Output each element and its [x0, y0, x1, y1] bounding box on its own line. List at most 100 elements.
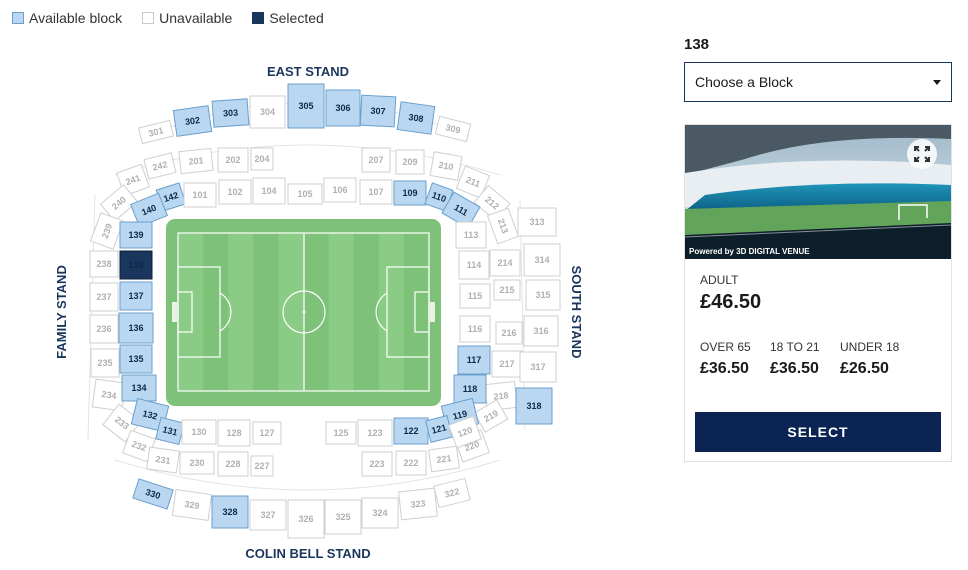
block-227: 227 [250, 455, 274, 477]
block-209-label: 209 [402, 157, 417, 167]
legend-unavailable: Unavailable [142, 10, 232, 26]
block-314: 314 [523, 243, 561, 277]
block-234-label: 234 [101, 389, 117, 401]
block-214-label: 214 [497, 258, 512, 268]
block-128: 128 [217, 419, 251, 447]
block-202-label: 202 [225, 155, 240, 165]
price-18-to-21: 18 TO 21 £36.50 [770, 340, 840, 378]
block-313: 313 [517, 207, 557, 237]
select-button[interactable]: SELECT [695, 412, 941, 452]
pitch [166, 219, 441, 406]
block-328[interactable]: 328 [211, 495, 249, 529]
chevron-down-icon [933, 79, 941, 85]
block-137[interactable]: 137 [119, 281, 153, 311]
block-109-label: 109 [402, 188, 417, 198]
block-115: 115 [459, 283, 491, 309]
block-217: 217 [491, 350, 523, 378]
block-305[interactable]: 305 [287, 83, 325, 129]
block-139[interactable]: 139 [119, 221, 153, 249]
view-from-seat-image[interactable]: Powered by 3D DIGITAL VENUE [685, 125, 951, 259]
block-135-label: 135 [128, 354, 143, 364]
block-308[interactable]: 308 [396, 101, 436, 135]
block-302[interactable]: 302 [172, 105, 213, 137]
block-307[interactable]: 307 [359, 94, 397, 128]
block-info-card: Powered by 3D DIGITAL VENUE ADULT £46.50… [684, 124, 952, 462]
block-230: 230 [179, 451, 215, 475]
block-134[interactable]: 134 [121, 374, 157, 402]
legend-selected-label: Selected [269, 10, 324, 26]
block-135[interactable]: 135 [119, 344, 153, 374]
price-18-to-21-label: 18 TO 21 [770, 340, 820, 354]
block-327: 327 [249, 499, 287, 531]
block-136[interactable]: 136 [118, 312, 154, 344]
stadium-map[interactable]: EAST STAND COLIN BELL STAND FAMILY STAND… [40, 56, 600, 568]
block-308-label: 308 [408, 112, 424, 124]
block-325-label: 325 [335, 512, 350, 522]
block-330[interactable]: 330 [132, 478, 174, 510]
block-207-label: 207 [368, 155, 383, 165]
legend-available-swatch [12, 12, 24, 24]
block-104-label: 104 [261, 186, 276, 196]
block-230-label: 230 [189, 458, 204, 468]
block-201-label: 201 [188, 155, 204, 167]
block-204: 204 [250, 147, 274, 171]
block-125-label: 125 [333, 428, 348, 438]
block-121[interactable]: 121 [425, 415, 453, 443]
price-over-65-label: OVER 65 [700, 340, 751, 354]
block-113-label: 113 [464, 230, 479, 240]
block-221: 221 [428, 445, 460, 473]
block-237: 237 [89, 282, 119, 312]
block-316-label: 316 [533, 326, 548, 336]
block-128-label: 128 [226, 428, 241, 438]
block-122[interactable]: 122 [393, 417, 429, 445]
block-324: 324 [361, 497, 399, 529]
pitch-stripe [178, 233, 204, 391]
price-over-65-value: £36.50 [700, 360, 749, 377]
block-313-label: 313 [529, 217, 544, 227]
price-under-18: UNDER 18 £26.50 [840, 340, 910, 378]
block-329-label: 329 [184, 499, 200, 511]
block-238: 238 [89, 250, 119, 278]
pitch-stripe [228, 233, 254, 391]
block-323-label: 323 [410, 498, 426, 510]
block-130-label: 130 [191, 427, 206, 437]
block-102: 102 [218, 179, 252, 205]
block-318-label: 318 [526, 401, 541, 411]
colin-bell-stand-label: COLIN BELL STAND [245, 546, 370, 561]
block-217-label: 217 [499, 359, 514, 369]
block-324-label: 324 [372, 508, 387, 518]
block-106-label: 106 [332, 185, 347, 195]
block-138-label: 138 [128, 260, 143, 270]
block-322: 322 [433, 477, 471, 509]
block-dropdown[interactable]: Choose a Block [684, 62, 952, 102]
block-305-label: 305 [298, 101, 313, 111]
block-315-label: 315 [535, 290, 550, 300]
block-318[interactable]: 318 [515, 387, 553, 425]
block-136-label: 136 [128, 323, 143, 333]
block-107-label: 107 [368, 187, 383, 197]
legend-available: Available block [12, 10, 122, 26]
block-215-label: 215 [499, 285, 514, 295]
expand-icon [914, 146, 930, 162]
block-130: 130 [181, 419, 217, 445]
block-131[interactable]: 131 [155, 416, 185, 446]
pitch-stripe [278, 233, 304, 391]
block-303[interactable]: 303 [211, 98, 250, 128]
block-306[interactable]: 306 [325, 89, 361, 127]
block-101-label: 101 [192, 190, 207, 200]
block-102-label: 102 [227, 187, 242, 197]
block-201: 201 [178, 147, 214, 175]
block-214: 214 [489, 249, 521, 277]
block-118-label: 118 [463, 384, 478, 394]
block-109[interactable]: 109 [393, 180, 427, 206]
block-125: 125 [325, 421, 357, 445]
expand-view-button[interactable] [907, 139, 937, 169]
block-242: 242 [143, 152, 177, 180]
block-303-label: 303 [223, 107, 239, 118]
block-134-label: 134 [131, 383, 146, 393]
block-238-label: 238 [96, 259, 111, 269]
block-138[interactable]: 138 [119, 250, 153, 280]
selected-block-number: 138 [684, 36, 710, 53]
block-122-label: 122 [403, 426, 418, 436]
block-117[interactable]: 117 [457, 345, 491, 375]
